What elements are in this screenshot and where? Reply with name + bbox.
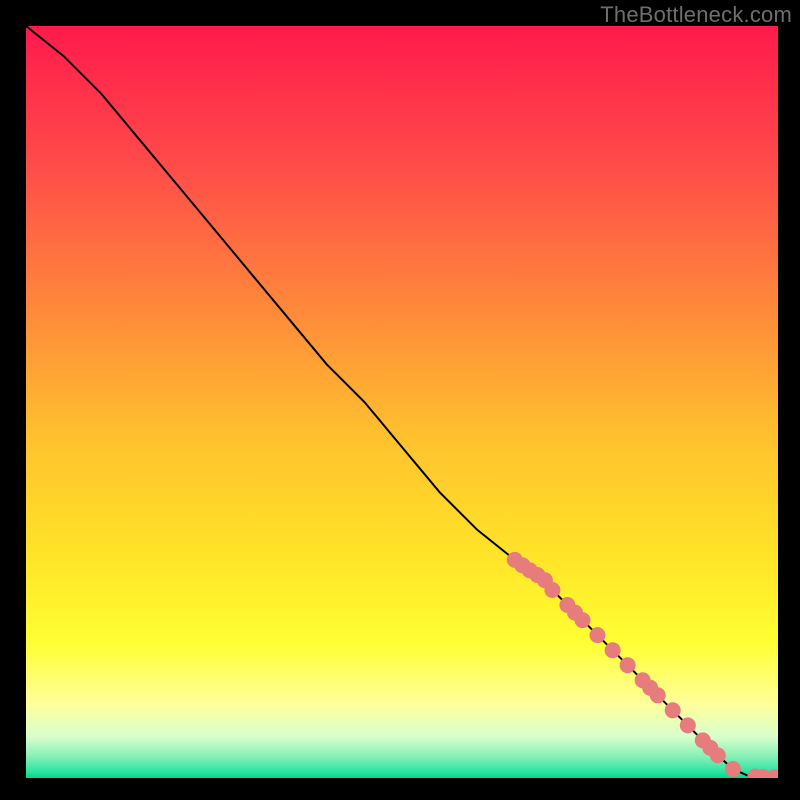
data-point (590, 627, 606, 643)
data-point (680, 717, 696, 733)
data-point (544, 582, 560, 598)
data-point (575, 612, 591, 628)
chart-frame: TheBottleneck.com (0, 0, 800, 800)
data-point (650, 687, 666, 703)
data-point (725, 761, 741, 777)
data-point (710, 747, 726, 763)
curve-overlay (26, 26, 778, 778)
data-point (605, 642, 621, 658)
data-point (620, 657, 636, 673)
main-curve (26, 26, 778, 777)
marker-group (507, 552, 778, 778)
data-point (766, 769, 778, 778)
watermark-text: TheBottleneck.com (600, 2, 792, 28)
data-point (665, 702, 681, 718)
